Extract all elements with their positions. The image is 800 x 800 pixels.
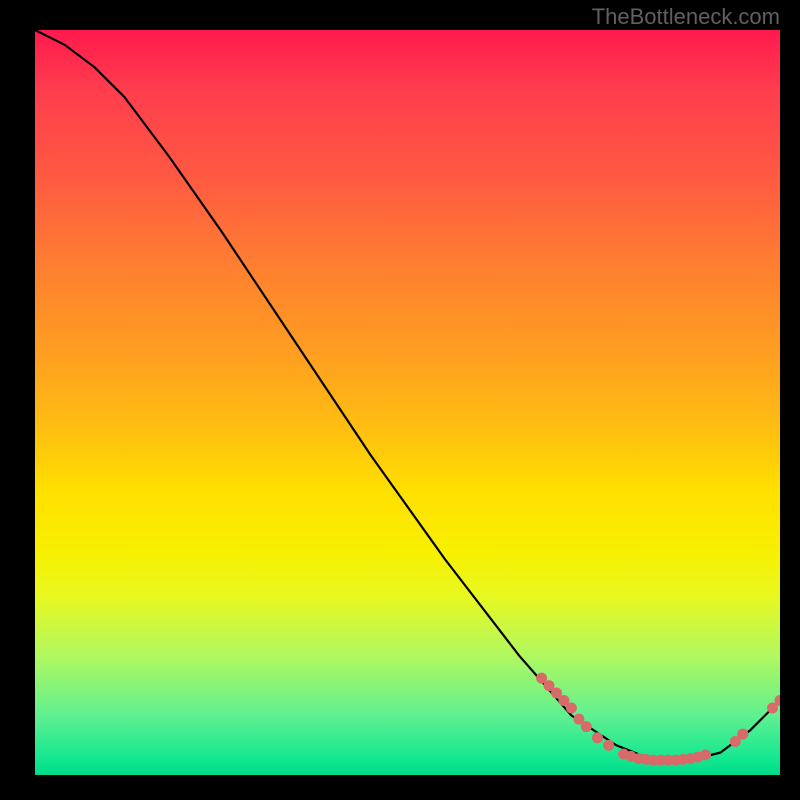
chart-marker bbox=[581, 721, 592, 732]
chart-svg bbox=[35, 30, 780, 775]
chart-marker bbox=[592, 732, 603, 743]
chart-markers bbox=[536, 673, 780, 766]
chart-marker bbox=[737, 729, 748, 740]
chart-marker bbox=[566, 703, 577, 714]
watermark-text: TheBottleneck.com bbox=[592, 4, 780, 30]
chart-marker bbox=[603, 740, 614, 751]
chart-plot-area bbox=[35, 30, 780, 775]
chart-line bbox=[35, 30, 780, 760]
chart-marker bbox=[700, 749, 711, 760]
